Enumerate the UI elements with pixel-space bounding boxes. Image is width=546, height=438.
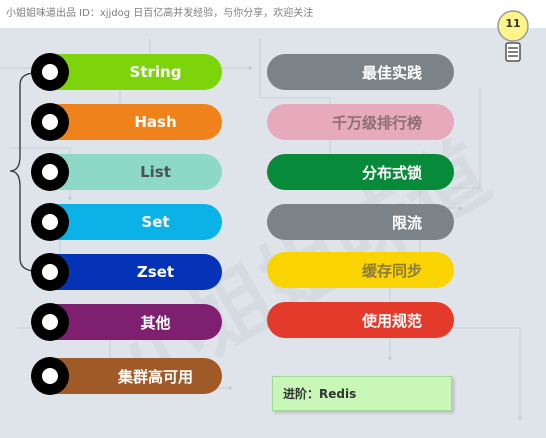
pill-label: 千万级排行榜 (331, 113, 422, 132)
knob-icon (31, 153, 69, 191)
pill-zset: Zset (31, 253, 222, 291)
knob-icon (31, 253, 69, 291)
mindmap-board: 小姐姐味道 String Hash List Set Zset (0, 28, 546, 438)
pill-rate-limit: 限流 (267, 204, 454, 240)
pill-label: 集群高可用 (117, 367, 193, 386)
pill-set: Set (31, 203, 222, 241)
knob-icon (31, 303, 69, 341)
pill-usage-rules: 使用规范 (267, 302, 454, 338)
lightbulb-badge: 11 (496, 10, 530, 72)
pill-label: Zset (136, 263, 175, 281)
knob-icon (31, 203, 69, 241)
pill-other: 其他 (31, 303, 222, 341)
pill-label: String (129, 63, 182, 81)
knob-icon (31, 357, 69, 395)
pill-label: 最佳实践 (361, 63, 422, 82)
pill-distributed-lock: 分布式锁 (267, 154, 454, 190)
pill-label: 使用规范 (361, 311, 422, 330)
pill-string: String (31, 53, 222, 91)
pill-label: List (140, 163, 171, 181)
note-card: 进阶：Redis (272, 376, 452, 411)
pill-label: 其他 (140, 313, 171, 332)
knob-icon (31, 53, 69, 91)
pill-label: Hash (134, 113, 177, 131)
page: 小姐姐味道出品 ID：xjjdog 日百亿高并发经验，与你分享，欢迎关注 小姐姐… (0, 0, 546, 438)
pill-leaderboard: 千万级排行榜 (267, 104, 454, 140)
pill-label: Set (141, 213, 170, 231)
knob-icon (31, 103, 69, 141)
pill-hash: Hash (31, 103, 222, 141)
pill-label: 限流 (391, 213, 422, 232)
badge-number: 11 (505, 17, 521, 30)
pill-cluster-ha: 集群高可用 (31, 357, 222, 395)
pill-best-practice: 最佳实践 (267, 54, 454, 90)
pill-cache-sync: 缓存同步 (267, 252, 454, 288)
pill-label: 缓存同步 (361, 261, 422, 280)
pill-label: 分布式锁 (361, 163, 422, 182)
pill-list: List (31, 153, 222, 191)
note-text: 进阶：Redis (283, 387, 357, 401)
header-caption: 小姐姐味道出品 ID：xjjdog 日百亿高并发经验，与你分享，欢迎关注 (0, 0, 546, 28)
